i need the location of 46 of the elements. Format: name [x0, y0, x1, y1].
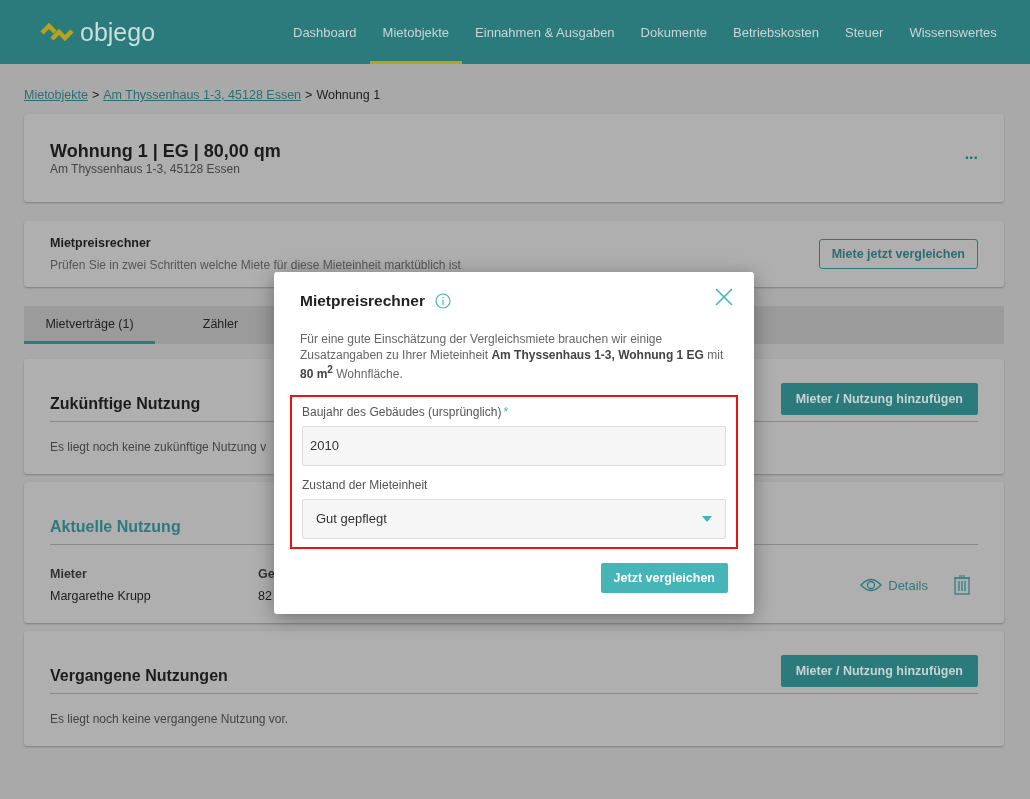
dialog-title: Mietpreisrechner [300, 292, 425, 310]
nav-tab[interactable]: Mietobjekte [369, 0, 463, 64]
trash-icon[interactable] [954, 575, 970, 595]
section-title: Vergangene Nutzungen [50, 667, 228, 685]
breadcrumb-separator: > [305, 88, 313, 102]
tab[interactable]: Zähler [155, 306, 286, 344]
info-icon[interactable] [434, 293, 451, 309]
unit-address: Am Thyssenhaus 1-3, 45128 Essen [50, 161, 241, 176]
nav-tab[interactable]: Steuer [832, 0, 897, 64]
details-link[interactable]: Details [860, 577, 928, 593]
field-label: Baujahr des Gebäudes (ursprünglich) * [302, 404, 509, 419]
logo-text: objego [80, 17, 156, 47]
unit-title: Wohnung 1 | EG | 80,00 qm [50, 140, 281, 162]
tab[interactable]: Mietverträge (1) [24, 306, 155, 344]
field-label: Zustand der Mieteinheit [302, 477, 428, 492]
condition-dropdown[interactable]: Gut gepflegt [302, 498, 726, 539]
dialog-description: Für eine gute Einschätzung der Vergleichsmiete brauchen wir einige Zusatzangaben zu Ihrer Mieteinheit Am Thyssenhaus 1-3, Wohnung 1 EG mit 80 m$^{2}$ Wohnfläche. [300, 332, 725, 383]
nav-tab[interactable]: Dokumente [627, 0, 721, 64]
calculator-title: Mietpreisrechner [50, 236, 152, 250]
empty-message: Es liegt noch keine zukünftige Nutzung v [50, 440, 267, 454]
column-header: Ge [258, 567, 276, 581]
section-title: Aktuelle Nutzung [50, 518, 181, 536]
nav-tab[interactable]: Einnahmen & Ausgaben [462, 0, 628, 64]
section-title: Zukünftige Nutzung [50, 395, 201, 413]
logo-icon [40, 21, 74, 43]
breadcrumb-current: Wohnung 1 [316, 88, 381, 102]
calculator-description: Prüfen Sie in zwei Schritten welche Miete für diese Mieteinheit marktüblich ist [50, 258, 461, 272]
table-cell-text: Margarethe Krupp [50, 589, 152, 603]
compare-rent-button[interactable]: Miete jetzt vergleichen [818, 239, 978, 269]
breadcrumb-link[interactable]: Mietobjekte [24, 88, 88, 102]
dropdown-caret-icon [702, 515, 712, 522]
nav-tab[interactable]: Dashboard [280, 0, 370, 64]
compare-button[interactable]: Jetzt vergleichen [600, 562, 728, 593]
table-cell-text: 82 [258, 589, 273, 603]
breadcrumb-separator: > [91, 88, 100, 102]
close-icon[interactable] [715, 288, 733, 306]
eye-icon [860, 578, 883, 592]
year-field[interactable]: 2010 [302, 425, 726, 466]
nav-tab[interactable]: Betriebskosten [720, 0, 833, 64]
column-header: Mieter [50, 567, 88, 581]
nav-tab[interactable]: Wissenswertes [896, 0, 1010, 64]
add-tenant-button[interactable]: Mieter / Nutzung hinzufügen [780, 655, 978, 687]
more-menu-button[interactable]: ... [964, 145, 978, 171]
breadcrumb-link[interactable]: Am Thyssenhaus 1-3, 45128 Essen [103, 88, 302, 102]
empty-message: Es liegt noch keine vergangene Nutzung vor. [50, 712, 289, 726]
add-tenant-button[interactable]: Mieter / Nutzung hinzufügen [780, 383, 978, 415]
